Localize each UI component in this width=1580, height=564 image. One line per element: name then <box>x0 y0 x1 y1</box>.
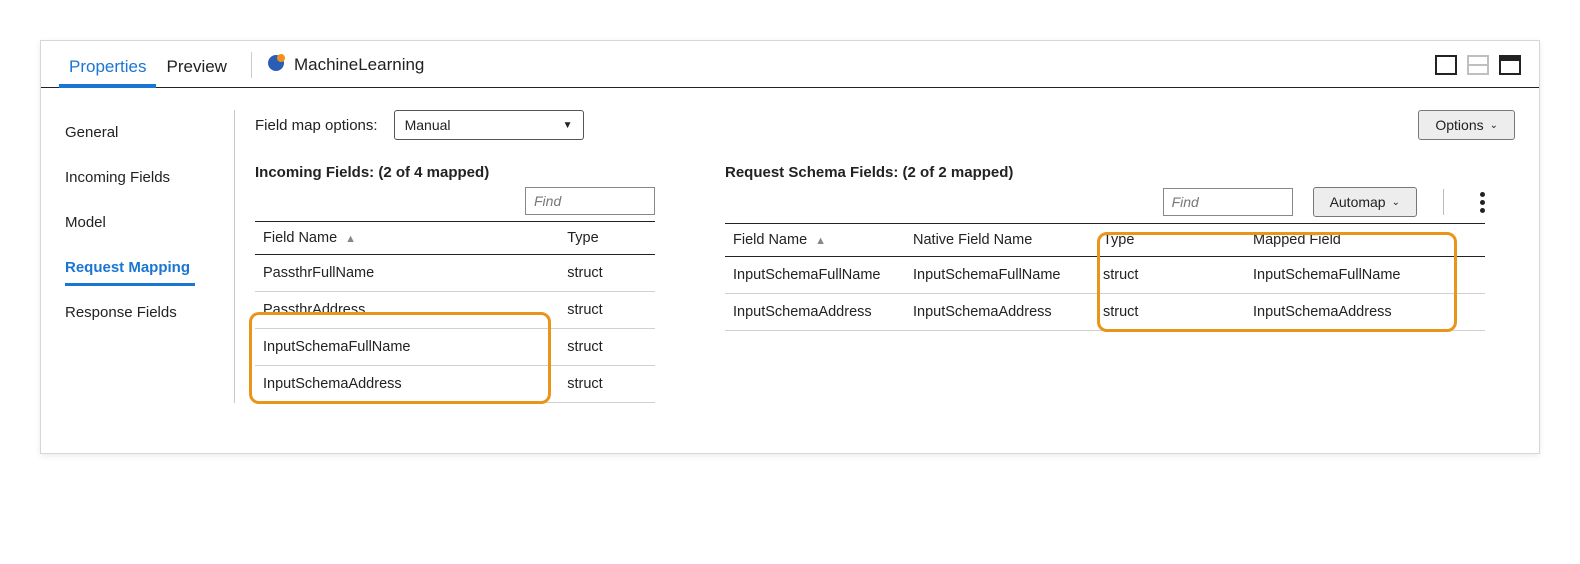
panel-body: General Incoming Fields Model Request Ma… <box>41 88 1539 453</box>
tab-preview[interactable]: Preview <box>156 51 236 87</box>
table-row[interactable]: InputSchemaAddress struct <box>255 366 655 403</box>
chevron-down-icon: ⌄ <box>1392 197 1400 208</box>
chevron-down-icon: ▼ <box>563 120 573 131</box>
sort-asc-icon: ▲ <box>345 233 356 245</box>
sort-asc-icon: ▲ <box>815 235 826 247</box>
request-mapping-content: Field map options: Manual ▼ Options ⌄ In… <box>235 110 1515 403</box>
cell-field-name: PassthrFullName <box>255 255 559 292</box>
cell-type: struct <box>1095 294 1245 331</box>
cell-field-name: InputSchemaFullName <box>725 257 905 294</box>
cell-field-name: InputSchemaFullName <box>255 329 559 366</box>
cell-native-name: InputSchemaAddress <box>905 294 1095 331</box>
request-schema-grid: Request Schema Fields: (2 of 2 mapped) A… <box>725 164 1485 331</box>
cell-type: struct <box>559 255 655 292</box>
request-schema-table: Field Name ▲ Native Field Name Type Mapp… <box>725 223 1485 331</box>
incoming-fields-grid: Incoming Fields: (2 of 4 mapped) Field N… <box>255 164 655 403</box>
cell-field-name: InputSchemaAddress <box>255 366 559 403</box>
table-row[interactable]: PassthrFullName struct <box>255 255 655 292</box>
incoming-fields-title: Incoming Fields: (2 of 4 mapped) <box>255 164 655 181</box>
cell-mapped-field: InputSchemaFullName <box>1245 257 1485 294</box>
mapping-grids: Incoming Fields: (2 of 4 mapped) Field N… <box>255 164 1515 403</box>
sidebar-item-model[interactable]: Model <box>65 200 224 245</box>
col-field-name-label: Field Name <box>263 230 337 246</box>
field-map-options-select[interactable]: Manual ▼ <box>394 110 584 140</box>
cell-native-name: InputSchemaFullName <box>905 257 1095 294</box>
field-map-options-row: Field map options: Manual ▼ Options ⌄ <box>255 110 1515 140</box>
col-native-name[interactable]: Native Field Name <box>905 224 1095 257</box>
col-field-name-label: Field Name <box>733 232 807 248</box>
request-schema-controls: Automap ⌄ <box>725 187 1485 217</box>
automap-button[interactable]: Automap ⌄ <box>1313 187 1417 217</box>
incoming-fields-controls <box>255 187 655 215</box>
table-row[interactable]: InputSchemaFullName InputSchemaFullName … <box>725 257 1485 294</box>
col-mapped-field[interactable]: Mapped Field <box>1245 224 1485 257</box>
layout-single-icon[interactable] <box>1435 55 1457 75</box>
request-schema-find-input[interactable] <box>1163 188 1293 216</box>
layout-titlebar-icon[interactable] <box>1499 55 1521 75</box>
cell-field-name: InputSchemaAddress <box>725 294 905 331</box>
chevron-down-icon: ⌄ <box>1490 120 1498 131</box>
cell-type: struct <box>559 292 655 329</box>
cell-type: struct <box>559 329 655 366</box>
cell-type: struct <box>1095 257 1245 294</box>
field-map-options-label: Field map options: <box>255 117 378 134</box>
transformation-name: MachineLearning <box>294 55 424 75</box>
table-row[interactable]: InputSchemaAddress InputSchemaAddress st… <box>725 294 1485 331</box>
incoming-fields-table: Field Name ▲ Type PassthrFullName struct <box>255 221 655 403</box>
sidebar-item-general[interactable]: General <box>65 110 224 155</box>
col-field-name[interactable]: Field Name ▲ <box>255 222 559 255</box>
separator <box>251 52 252 78</box>
sidebar-item-incoming-fields[interactable]: Incoming Fields <box>65 155 224 200</box>
automap-button-label: Automap <box>1330 194 1386 210</box>
layout-split-h-icon[interactable] <box>1467 55 1489 75</box>
options-button-label: Options <box>1435 117 1483 133</box>
view-switcher <box>1435 55 1521 83</box>
incoming-fields-find-input[interactable] <box>525 187 655 215</box>
sidebar-item-request-mapping[interactable]: Request Mapping <box>65 245 224 290</box>
separator <box>1443 189 1444 215</box>
cell-field-name: PassthrAddress <box>255 292 559 329</box>
sidebar-item-response-fields[interactable]: Response Fields <box>65 290 224 335</box>
table-row[interactable]: InputSchemaFullName struct <box>255 329 655 366</box>
more-menu-icon[interactable] <box>1480 192 1485 213</box>
field-map-options-value: Manual <box>405 117 451 133</box>
transformation-title: MachineLearning <box>266 53 424 86</box>
properties-sidebar: General Incoming Fields Model Request Ma… <box>65 110 235 403</box>
cell-mapped-field: InputSchemaAddress <box>1245 294 1485 331</box>
col-type[interactable]: Type <box>1095 224 1245 257</box>
col-type[interactable]: Type <box>559 222 655 255</box>
tab-properties[interactable]: Properties <box>59 51 156 87</box>
panel-topbar: Properties Preview MachineLearning <box>41 41 1539 88</box>
options-button[interactable]: Options ⌄ <box>1418 110 1515 140</box>
properties-panel: Properties Preview MachineLearning Gener… <box>40 40 1540 454</box>
col-field-name[interactable]: Field Name ▲ <box>725 224 905 257</box>
cell-type: struct <box>559 366 655 403</box>
request-schema-title: Request Schema Fields: (2 of 2 mapped) <box>725 164 1485 181</box>
machine-learning-icon <box>266 53 286 78</box>
table-row[interactable]: PassthrAddress struct <box>255 292 655 329</box>
